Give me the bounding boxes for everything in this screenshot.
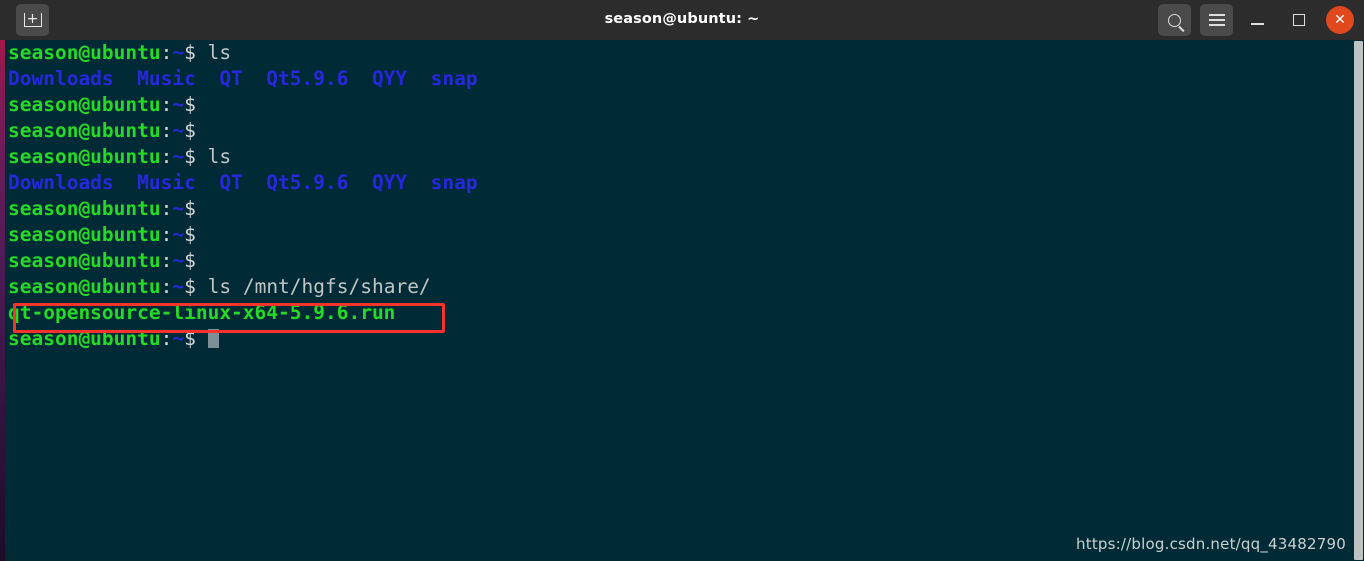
prompt-path: ~: [172, 223, 185, 246]
title-bar: season@ubuntu: ~ ✕: [0, 0, 1364, 40]
search-button[interactable]: [1158, 4, 1191, 36]
prompt-user: season@ubuntu: [8, 275, 161, 298]
command-text: ls: [195, 41, 232, 64]
prompt-dollar: $: [184, 223, 196, 246]
prompt-user: season@ubuntu: [8, 41, 161, 64]
prompt-dollar: $: [184, 119, 196, 142]
prompt-colon: :: [160, 327, 173, 350]
prompt-path: ~: [172, 275, 185, 298]
close-button[interactable]: ✕: [1326, 6, 1354, 34]
prompt-colon: :: [160, 41, 173, 64]
terminal-line: season@ubuntu:~$: [8, 326, 1348, 352]
prompt-user: season@ubuntu: [8, 327, 161, 350]
prompt-path: ~: [172, 327, 185, 350]
terminal-line: Downloads Music QT Qt5.9.6 QYY snap: [8, 170, 1348, 196]
prompt-colon: :: [160, 119, 173, 142]
prompt-dollar: $: [184, 41, 196, 64]
prompt-user: season@ubuntu: [8, 119, 161, 142]
command-text: ls /mnt/hgfs/share/: [195, 275, 431, 298]
prompt-colon: :: [160, 223, 173, 246]
maximize-button[interactable]: [1284, 4, 1314, 36]
terminal-screen: season@ubuntu:~$ ls Downloads Music QT Q…: [8, 40, 1348, 561]
terminal-line: season@ubuntu:~$: [8, 196, 1348, 222]
terminal-window: season@ubuntu: ~ ✕ season@ubuntu:~$ ls: [0, 0, 1364, 561]
prompt-dollar: $: [184, 249, 196, 272]
scrollbar-thumb[interactable]: [1354, 41, 1363, 560]
command-text: ls: [195, 145, 232, 168]
prompt-path: ~: [172, 145, 185, 168]
terminal-line: season@ubuntu:~$: [8, 248, 1348, 274]
prompt-user: season@ubuntu: [8, 249, 161, 272]
directory-listing: Downloads Music QT Qt5.9.6 QYY snap: [8, 171, 478, 194]
prompt-dollar: $: [184, 327, 196, 350]
terminal-line: season@ubuntu:~$ ls /mnt/hgfs/share/: [8, 274, 1348, 300]
window-edge-strip: [0, 40, 5, 561]
close-icon: ✕: [1334, 12, 1346, 28]
prompt-dollar: $: [184, 93, 196, 116]
minimize-button[interactable]: [1242, 4, 1272, 36]
prompt-path: ~: [172, 197, 185, 220]
prompt-user: season@ubuntu: [8, 145, 161, 168]
maximize-icon: [1293, 14, 1305, 26]
prompt-user: season@ubuntu: [8, 223, 161, 246]
command-text: [196, 327, 208, 350]
watermark-text: https://blog.csdn.net/qq_43482790: [1076, 535, 1346, 553]
terminal-line: qt-opensource-linux-x64-5.9.6.run: [8, 300, 1348, 326]
terminal-line: Downloads Music QT Qt5.9.6 QYY snap: [8, 66, 1348, 92]
prompt-colon: :: [160, 275, 173, 298]
prompt-path: ~: [172, 41, 185, 64]
prompt-path: ~: [172, 119, 185, 142]
minimize-icon: [1250, 23, 1264, 25]
prompt-dollar: $: [184, 197, 196, 220]
prompt-user: season@ubuntu: [8, 197, 161, 220]
terminal-line: season@ubuntu:~$: [8, 222, 1348, 248]
prompt-colon: :: [160, 197, 173, 220]
directory-listing: Downloads Music QT Qt5.9.6 QYY snap: [8, 67, 478, 90]
prompt-colon: :: [160, 93, 173, 116]
prompt-user: season@ubuntu: [8, 93, 161, 116]
terminal-body[interactable]: season@ubuntu:~$ ls Downloads Music QT Q…: [0, 40, 1364, 561]
prompt-dollar: $: [184, 145, 196, 168]
search-icon: [1168, 13, 1181, 27]
text-cursor: [207, 329, 219, 348]
terminal-line: season@ubuntu:~$: [8, 118, 1348, 144]
hamburger-menu-icon: [1208, 10, 1225, 29]
prompt-colon: :: [160, 145, 173, 168]
prompt-colon: :: [160, 249, 173, 272]
prompt-path: ~: [172, 249, 185, 272]
prompt-dollar: $: [184, 275, 196, 298]
terminal-line: season@ubuntu:~$ ls: [8, 144, 1348, 170]
window-controls: ✕: [1158, 4, 1356, 36]
prompt-path: ~: [172, 93, 185, 116]
terminal-line: season@ubuntu:~$: [8, 92, 1348, 118]
executable-file-name: qt-opensource-linux-x64-5.9.6.run: [8, 301, 396, 324]
terminal-scrollbar[interactable]: [1353, 40, 1364, 561]
menu-button[interactable]: [1200, 4, 1233, 36]
terminal-line: season@ubuntu:~$ ls: [8, 40, 1348, 66]
